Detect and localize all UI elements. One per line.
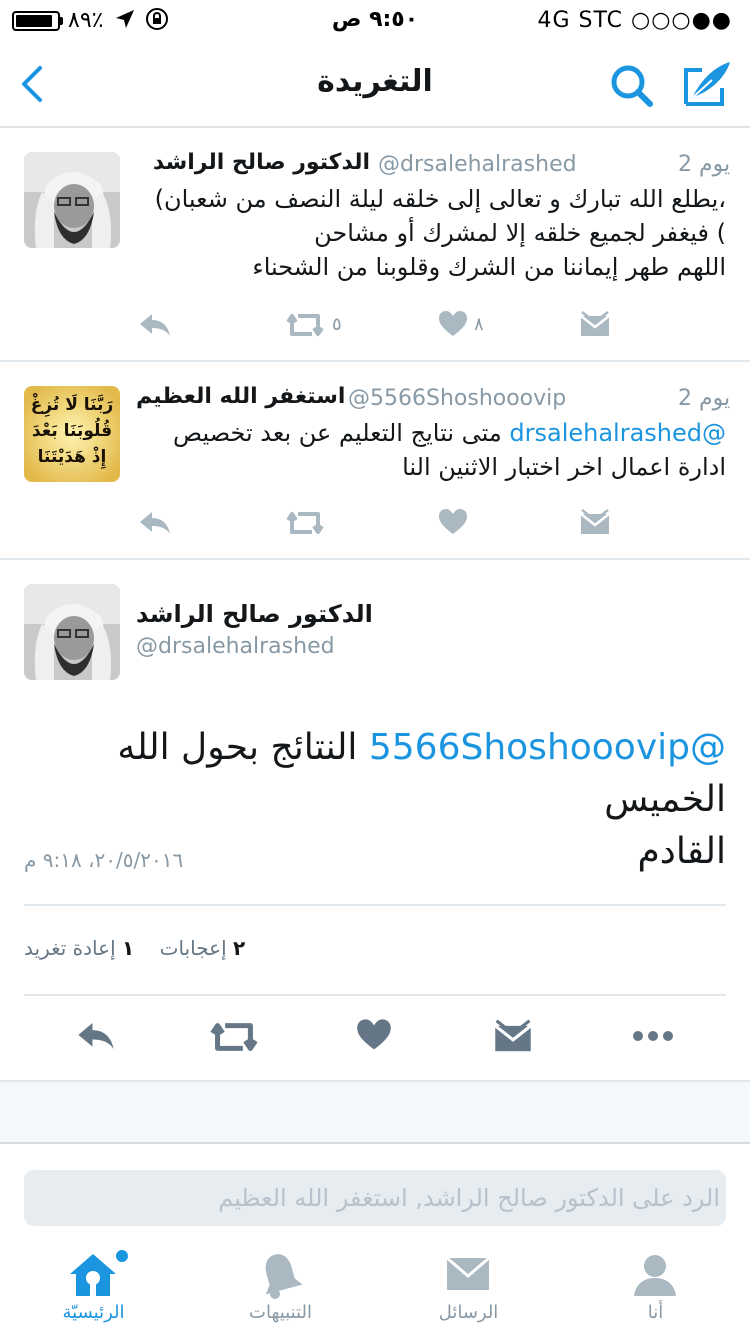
divider — [24, 994, 726, 996]
more-options-icon[interactable] — [630, 1018, 676, 1058]
avatar[interactable] — [24, 152, 120, 248]
tweet-author-name[interactable]: الدكتور صالح الراشد — [153, 150, 370, 175]
retweets-count: ١ — [122, 936, 135, 960]
timeline-tweet[interactable]: رَبَّنَا لَا تُزِغْ قُلُوبَنَا بَعْدَ إِ… — [0, 362, 750, 560]
tweet-datetime: ٢٠/٥/٢٠١٦، ٩:١٨ م — [24, 848, 184, 872]
avatar[interactable]: رَبَّنَا لَا تُزِغْ قُلُوبَنَا بَعْدَ إِ… — [24, 386, 120, 482]
status-bar: ٨٩٪ ٩:٥٠ ص 4G STC ○○○●● — [0, 0, 750, 40]
tweet-text[interactable]: @drsalehalrashed متى نتايج التعليم عن بع… — [132, 416, 726, 484]
message-icon[interactable] — [494, 1018, 532, 1058]
tweet-text-line: اللهم طهر إيماننا من الشرك وقلوبنا من ال… — [252, 253, 726, 281]
tab-bar: الرئيسيّة التنبيهات الرسائل أنا — [0, 1236, 750, 1334]
tweet-text-line: فيغفر لجميع خلقه إلا لمشرك أو مشاحن ( — [314, 219, 726, 247]
tweet-author-name[interactable]: استغفر الله العظيم — [136, 384, 345, 409]
person-icon — [628, 1250, 682, 1300]
tweet-stats: ٢ إعجابات ١ إعادة تغريد — [24, 936, 245, 960]
retweets-label[interactable]: إعادة تغريد — [24, 936, 116, 960]
message-icon[interactable] — [580, 508, 610, 538]
network-carrier: 4G STC ○○○●● — [537, 8, 732, 33]
like-icon[interactable] — [438, 508, 468, 538]
reply-icon[interactable] — [76, 1018, 116, 1058]
tweet-time: 2 يوم — [678, 152, 731, 177]
author-name[interactable]: الدكتور صالح الراشد — [136, 600, 373, 628]
compose-icon[interactable] — [682, 58, 734, 110]
mention-link[interactable]: @drsalehalrashed — [509, 419, 726, 447]
tab-label: الرسائل — [438, 1302, 499, 1323]
author-handle[interactable]: @drsalehalrashed — [136, 634, 335, 659]
message-icon[interactable] — [580, 310, 610, 340]
tab-messages[interactable]: الرسائل — [375, 1236, 562, 1334]
tab-label: الرئيسيّة — [62, 1302, 125, 1323]
nav-bar: التغريدة — [0, 40, 750, 128]
search-icon[interactable] — [608, 62, 656, 110]
reply-placeholder: الرد على الدكتور صالح الراشد, استغفر الل… — [218, 1184, 720, 1212]
tweet-time: 2 يوم — [678, 386, 731, 411]
retweet-icon[interactable] — [286, 310, 324, 340]
notification-dot — [116, 1250, 128, 1262]
bell-icon — [253, 1250, 307, 1300]
tab-label: التنبيهات — [249, 1302, 312, 1323]
tweet-text-line: @5566Shoshooovip النتائج بحول الله الخمي… — [24, 722, 726, 826]
tweet-text-line: (يطلع الله تبارك و تعالى إلى خلقه ليلة ا… — [154, 185, 726, 213]
section-spacer — [0, 1080, 750, 1144]
likes-count: ٢ — [233, 936, 246, 960]
likes-label[interactable]: إعجابات — [160, 936, 227, 960]
divider — [24, 904, 726, 906]
like-count: ٨ — [474, 314, 484, 335]
retweet-icon[interactable] — [286, 508, 324, 538]
tweet-handle[interactable]: @5566Shoshooovip — [348, 386, 566, 411]
tab-label: أنا — [647, 1302, 664, 1323]
tweet-text-line: ادارة اعمال اخر اختبار الاثنين النا — [402, 453, 726, 481]
avatar-calligraphy-text: رَبَّنَا لَا تُزِغْ قُلُوبَنَا بَعْدَ إِ… — [30, 395, 114, 467]
tweet-text[interactable]: (يطلع الله تبارك و تعالى إلى خلقه ليلة ا… — [132, 182, 726, 284]
tweet-handle[interactable]: @drsalehalrashed — [378, 152, 577, 177]
tweet-text-segment: متى نتايج التعليم عن بعد تخصيص — [173, 419, 502, 447]
reply-icon[interactable] — [138, 310, 172, 340]
timeline-tweet[interactable]: 2 يوم @drsalehalrashed الدكتور صالح الرا… — [0, 130, 750, 362]
tab-me[interactable]: أنا — [562, 1236, 749, 1334]
tweet-text-line: @drsalehalrashed متى نتايج التعليم عن بع… — [132, 416, 726, 450]
avatar[interactable] — [24, 584, 120, 680]
mention-link[interactable]: @5566Shoshooovip — [369, 727, 726, 768]
reply-icon[interactable] — [138, 508, 172, 538]
tab-home[interactable]: الرئيسيّة — [0, 1236, 187, 1334]
reply-input[interactable]: الرد على الدكتور صالح الراشد, استغفر الل… — [24, 1170, 726, 1226]
retweet-count: ٥ — [332, 314, 342, 335]
like-icon[interactable] — [438, 310, 468, 340]
detail-tweet: الدكتور صالح الراشد @drsalehalrashed @55… — [0, 560, 750, 1080]
retweet-icon[interactable] — [210, 1018, 258, 1058]
envelope-icon — [441, 1250, 495, 1300]
like-icon[interactable] — [356, 1018, 392, 1058]
home-icon — [66, 1250, 120, 1300]
tab-notifications[interactable]: التنبيهات — [187, 1236, 374, 1334]
